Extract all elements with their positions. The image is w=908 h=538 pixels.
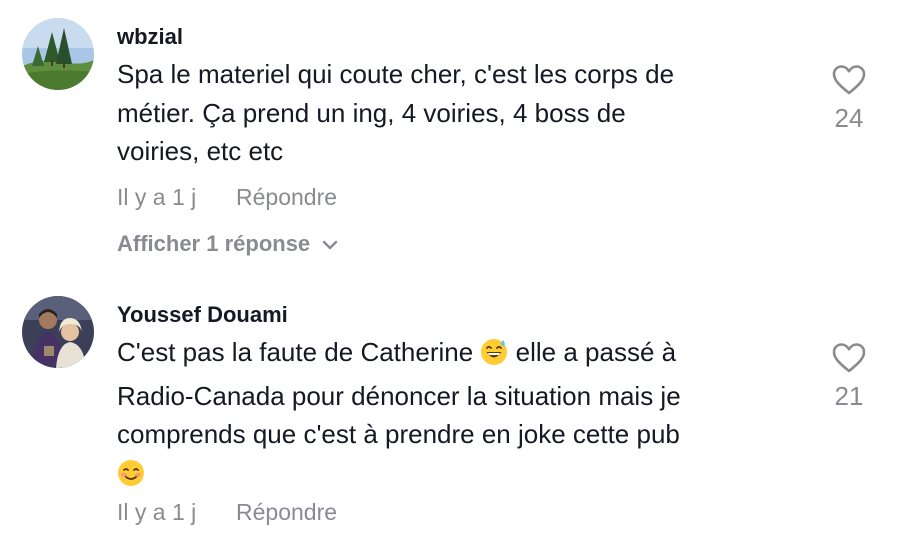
user-avatar[interactable] (22, 296, 94, 368)
chevron-down-icon (322, 233, 338, 255)
user-avatar[interactable] (22, 18, 94, 90)
comment-text-line: voiries, etc etc (117, 136, 284, 166)
view-replies-button[interactable]: Afficher 1 réponse (117, 233, 338, 255)
like-control: 21 (820, 342, 878, 409)
comment-text-line: Spa le materiel qui coute cher, c'est le… (117, 59, 675, 89)
like-control: 24 (820, 64, 878, 131)
comment-text-segment: elle a passé à (515, 337, 677, 367)
comment-text-line: métier. Ça prend un ing, 4 voiries, 4 bo… (117, 97, 626, 128)
comment-item: wbzial Spa le materiel qui coute cher, c… (0, 0, 908, 270)
landscape-trees-avatar-icon (22, 18, 94, 90)
comment-timestamp: Il y a 1 j (117, 499, 197, 525)
comment-timestamp: Il y a 1 j (117, 184, 197, 210)
comment-text-line (117, 454, 797, 498)
comment-text: C'est pas la faute de Catherine elle a p… (117, 333, 797, 497)
comment-text-line: comprends que c'est à prendre en joke ce… (117, 419, 680, 449)
comment-username[interactable]: Youssef Douami (117, 304, 288, 326)
view-replies-label: Afficher 1 réponse (117, 231, 311, 256)
like-count: 21 (834, 381, 864, 411)
two-people-photo-avatar-icon (22, 296, 94, 368)
reply-button[interactable]: Répondre (236, 501, 337, 524)
comment-text-segment: C'est pas la faute de Catherine (117, 337, 474, 367)
reply-button[interactable]: Répondre (236, 186, 337, 209)
comment-text-line: C'est pas la faute de Catherine elle a p… (117, 333, 797, 377)
grinning-face-with-sweat-icon (480, 338, 508, 377)
comment-item: Youssef Douami C'est pas la faute de Cat… (0, 280, 908, 538)
like-count: 24 (834, 103, 864, 133)
smiling-face-icon (117, 459, 145, 498)
heart-icon[interactable] (820, 342, 878, 379)
comment-username[interactable]: wbzial (117, 26, 183, 48)
comment-text-line: Radio-Canada pour dénoncer la situation … (117, 380, 681, 411)
heart-icon[interactable] (820, 64, 878, 101)
comment-text: Spa le materiel qui coute cher, c'est le… (117, 55, 797, 171)
